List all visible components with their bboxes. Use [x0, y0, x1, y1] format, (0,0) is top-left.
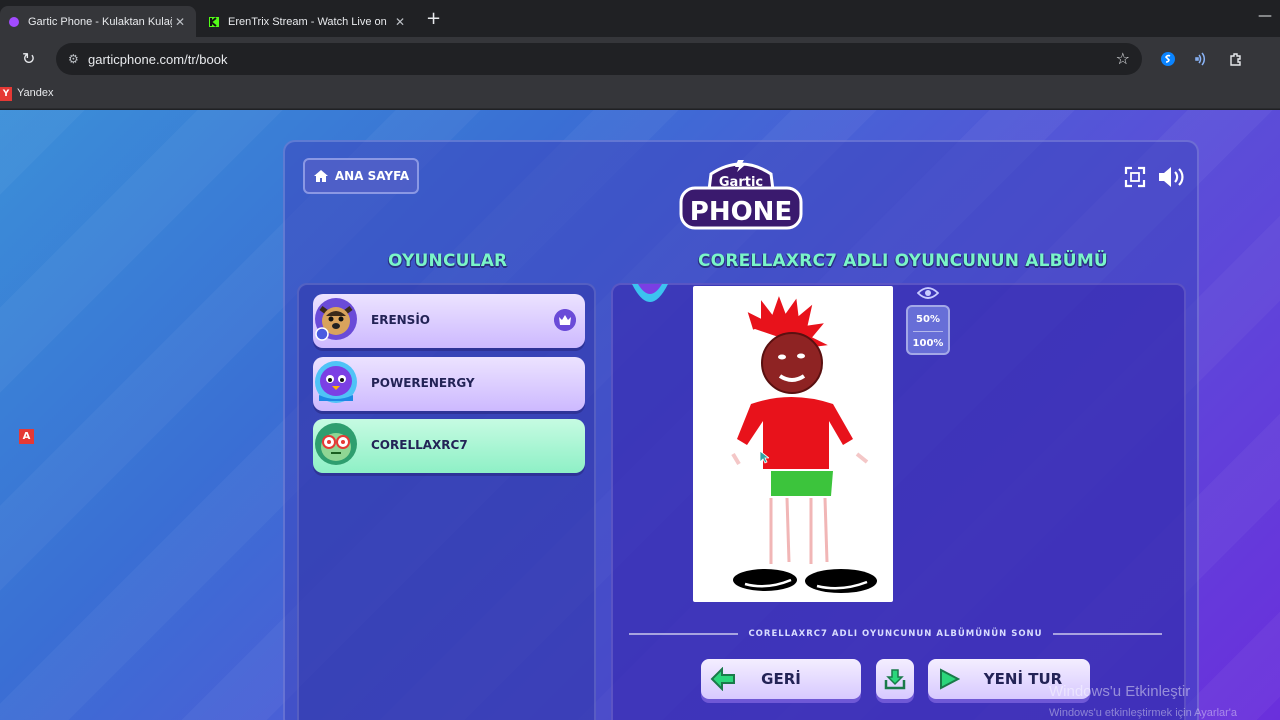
zoom-100-option[interactable]: 100% [908, 338, 948, 349]
players-panel [297, 283, 596, 720]
browser-toolbar: ↻ ⚙ garticphone.com/tr/book ☆ [0, 37, 1280, 81]
mouse-cursor-icon [759, 450, 769, 464]
player-row-selected[interactable]: CORELLAXRC7 [313, 419, 585, 473]
album-end-divider: CORELLAXRC7 ADLI OYUNCUNUN ALBÜMÜNÜN SON… [629, 627, 1162, 641]
windows-activation-text: Windows'u etkinleştirmek için Ayarlar'a [1049, 707, 1238, 719]
address-url: garticphone.com/tr/book [88, 51, 228, 67]
dog-avatar-icon [315, 298, 357, 341]
sound-icon[interactable] [1157, 165, 1185, 189]
minimize-icon[interactable]: — [1258, 8, 1272, 24]
extensions-puzzle-icon[interactable] [1228, 51, 1244, 67]
player-name: CORELLAXRC7 [371, 438, 468, 452]
back-button[interactable]: GERİ [701, 659, 861, 699]
tab-gartic-phone[interactable]: Gartic Phone - Kulaktan Kulağa ✕ [0, 6, 196, 37]
zoom-separator [913, 331, 943, 332]
crown-icon [554, 309, 576, 331]
home-button[interactable]: ANA SAYFA [303, 158, 419, 194]
author-avatar-icon [632, 284, 668, 302]
players-heading: OYUNCULAR [388, 251, 508, 271]
download-icon [884, 669, 906, 690]
play-icon [940, 668, 960, 690]
home-button-label: ANA SAYFA [334, 169, 410, 183]
side-badge[interactable]: A [19, 429, 34, 444]
player-name: POWERENERGY [371, 376, 475, 390]
eye-icon[interactable] [917, 285, 939, 301]
bookmarks-bar: Y Yandex [0, 81, 1280, 109]
zoom-selector: 50% 100% [906, 305, 950, 355]
divider-line [629, 633, 739, 635]
zoom-50-option[interactable]: 50% [908, 314, 948, 325]
album-heading: CORELLAXRC7 ADLI OYUNCUNUN ALBÜMÜ [698, 251, 1108, 271]
bookmark-star-icon[interactable]: ☆ [1116, 49, 1130, 68]
new-tab-icon[interactable]: + [426, 8, 441, 29]
bird-avatar-icon [315, 361, 357, 403]
gartic-page: A ANA SAYFA Gartic PHONE OYUNCULAR COREL… [0, 110, 1280, 720]
bookmark-yandex[interactable]: Yandex [17, 87, 54, 99]
close-tab-icon[interactable]: ✕ [392, 15, 408, 29]
player-row[interactable]: ERENSİO [313, 294, 585, 348]
arrow-left-icon [710, 667, 735, 691]
player-row[interactable]: POWERENERGY [313, 357, 585, 411]
gartic-favicon-icon [9, 16, 19, 27]
address-bar[interactable]: ⚙ garticphone.com/tr/book ☆ [56, 43, 1142, 75]
back-button-label: GERİ [761, 670, 801, 688]
tab-title: ErenTrix Stream - Watch Live on [228, 15, 387, 28]
kick-favicon-icon [209, 16, 219, 27]
album-end-text: CORELLAXRC7 ADLI OYUNCUNUN ALBÜMÜNÜN SON… [748, 629, 1043, 639]
browser-tab-bar: Gartic Phone - Kulaktan Kulağa ✕ ErenTri… [0, 0, 1280, 37]
read-aloud-extension-icon[interactable] [1194, 51, 1210, 67]
player-name: ERENSİO [371, 313, 430, 327]
svg-text:Gartic: Gartic [719, 175, 763, 190]
divider-line [1052, 633, 1162, 635]
gartic-phone-logo: Gartic PHONE [679, 160, 803, 230]
site-settings-icon[interactable]: ⚙ [68, 52, 82, 66]
tab-erentrix-stream[interactable]: ErenTrix Stream - Watch Live on ✕ [200, 6, 416, 37]
shazam-extension-icon[interactable] [1160, 51, 1176, 67]
download-button[interactable] [876, 659, 914, 699]
svg-text:PHONE: PHONE [690, 197, 792, 227]
home-icon [313, 170, 328, 182]
tab-title: Gartic Phone - Kulaktan Kulağa [28, 15, 172, 28]
close-tab-icon[interactable]: ✕ [172, 15, 188, 29]
fullscreen-icon[interactable] [1124, 166, 1146, 188]
player-drawing [693, 286, 893, 602]
goggles-avatar-icon [315, 423, 357, 465]
yandex-icon: Y [0, 87, 12, 101]
reload-icon[interactable]: ↻ [22, 49, 35, 68]
windows-activation-title: Windows'u Etkinleştir [1049, 683, 1191, 700]
